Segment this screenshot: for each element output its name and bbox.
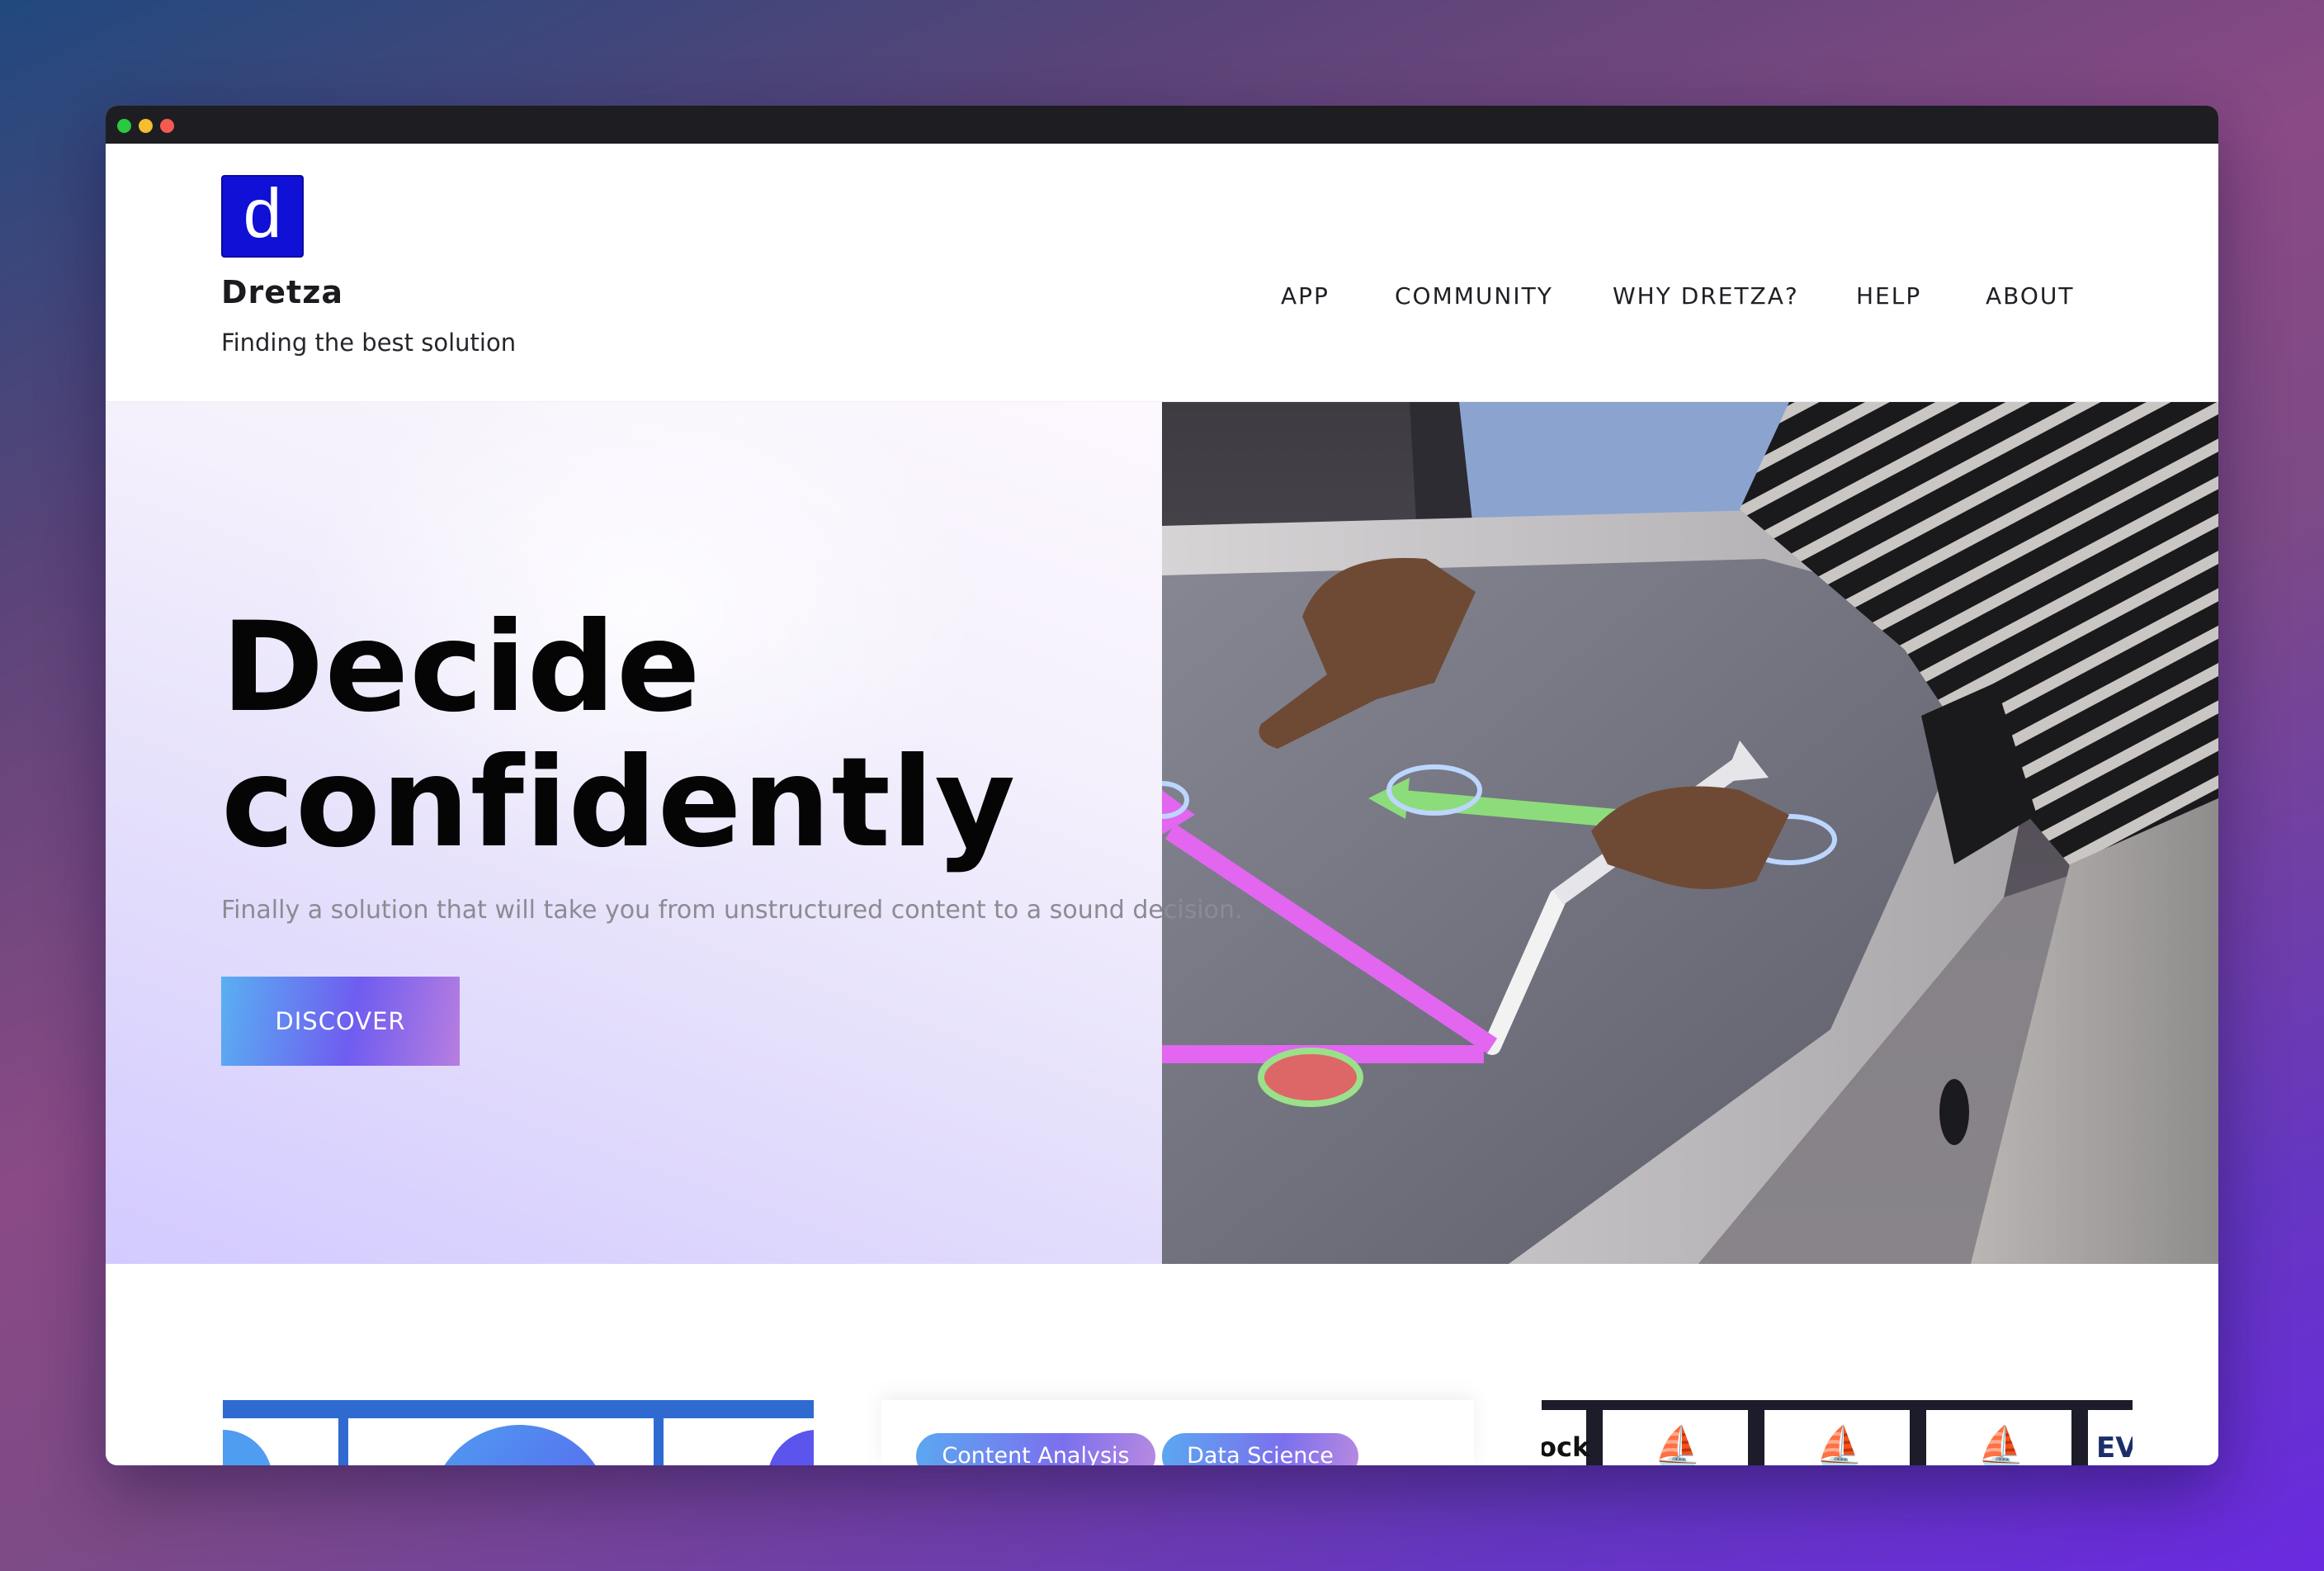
ship-icon: ⛵ (1816, 1423, 1863, 1465)
card-3-thumb-1: ⛵ (1603, 1410, 1748, 1465)
hero-subtitle: Finally a solution that will take you fr… (221, 896, 1243, 925)
card-3-thumb-left: ock (1542, 1410, 1590, 1465)
card-3-thumb-3: ⛵ (1926, 1410, 2071, 1465)
site-header: d Dretza Finding the best solution APP C… (106, 144, 2218, 402)
feature-card-3[interactable]: ock ⛵ ⛵ ⛵ EV (1542, 1400, 2133, 1465)
ship-icon: ⛵ (1977, 1423, 2025, 1465)
window-maximize-button[interactable] (117, 119, 131, 133)
window-close-button[interactable] (160, 119, 174, 133)
nav-item-why-dretza[interactable]: WHY DRETZA? (1613, 282, 1799, 310)
site-tagline: Finding the best solution (221, 329, 517, 357)
card-3-thumb-right: EV (2088, 1410, 2133, 1465)
window-titlebar (106, 106, 2218, 144)
ship-icon: ⛵ (1654, 1423, 1702, 1465)
feature-card-1[interactable] (223, 1400, 814, 1465)
feature-card-2[interactable]: Content Analysis Data Science (881, 1400, 1474, 1465)
card-3-thumb-2: ⛵ (1764, 1410, 1910, 1465)
card-3-left-text: ock (1542, 1431, 1590, 1463)
discover-button[interactable]: DISCOVER (221, 977, 460, 1066)
logo[interactable]: d (221, 175, 304, 258)
nav-item-app[interactable]: APP (1281, 282, 1330, 310)
hero-text-panel: Decide confidently DISCOVER (106, 402, 1162, 1264)
nav-item-help[interactable]: HELP (1856, 282, 1921, 310)
nav-item-community[interactable]: COMMUNITY (1395, 282, 1553, 310)
tag-data-science[interactable]: Data Science (1162, 1433, 1358, 1465)
hero-title: Decide confidently (221, 600, 1016, 871)
browser-window: d Dretza Finding the best solution APP C… (106, 106, 2218, 1465)
hero-section: Decide confidently DISCOVER Finally a so… (106, 402, 2218, 1264)
hero-image (1162, 402, 2218, 1264)
touch-table-illustration (1162, 402, 2218, 1264)
logo-letter: d (243, 174, 282, 252)
hero-title-line-1: Decide (221, 596, 701, 740)
nav-item-about[interactable]: ABOUT (1986, 282, 2075, 310)
tag-content-analysis[interactable]: Content Analysis (916, 1433, 1155, 1465)
card-3-right-text: EV (2096, 1431, 2133, 1465)
hero-title-line-2: confidently (221, 731, 1017, 875)
feature-cards: Content Analysis Data Science ock ⛵ ⛵ ⛵ … (106, 1264, 2218, 1465)
main-nav: APP COMMUNITY WHY DRETZA? HELP ABOUT (106, 282, 2218, 315)
window-minimize-button[interactable] (139, 119, 153, 133)
